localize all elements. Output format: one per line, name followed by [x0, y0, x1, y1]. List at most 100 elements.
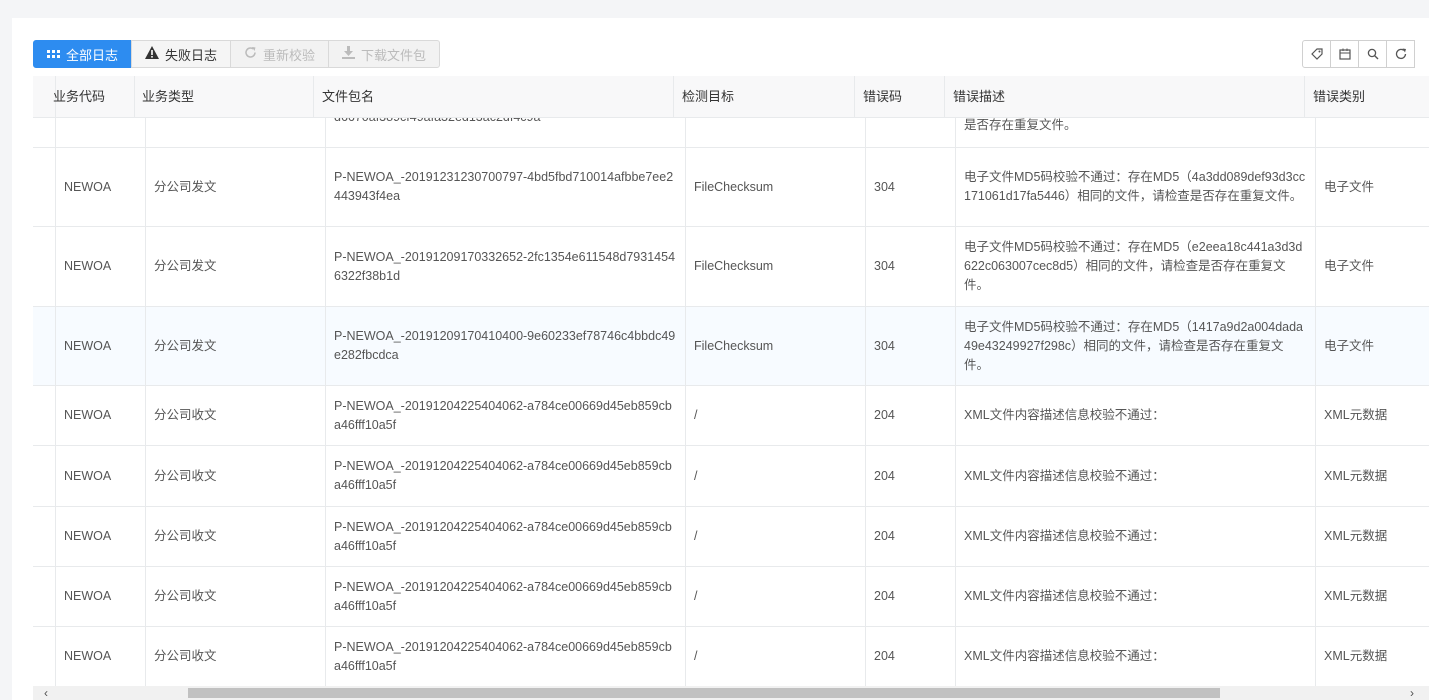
cell-check-target: / [686, 627, 866, 686]
cell-error-category: XML元数据 [1316, 446, 1429, 506]
row-spacer-cell [33, 307, 56, 385]
cell-business-code: NEWOA [56, 507, 146, 566]
table-tools [1302, 40, 1415, 68]
cell-business-code: NEWOA [56, 386, 146, 445]
table-row[interactable]: NEWOA 分公司收文 P-NEWOA_-20191204225404062-a78… [33, 507, 1429, 567]
cell-business-code: NEWOA [56, 567, 146, 626]
table-row-partial[interactable]: d6670af389cf49afa32ed13ac2df4c9a 是否存在重复文… [33, 118, 1429, 148]
all-logs-label: 全部日志 [66, 47, 119, 63]
cell-error-description: 电子文件MD5码校验不通过：存在MD5（4a3dd089def93d3cc171… [956, 148, 1316, 226]
download-package-label: 下载文件包 [361, 47, 427, 63]
cell-error-code: 204 [866, 446, 956, 506]
cell-error-category: 电子文件 [1316, 307, 1429, 385]
calendar-icon[interactable] [1330, 40, 1359, 68]
table-row[interactable]: NEWOA 分公司收文 P-NEWOA_-20191204225404062-a78… [33, 627, 1429, 686]
cell-check-target: FileChecksum [686, 148, 866, 226]
cell-business-code: NEWOA [56, 627, 146, 686]
grid-icon [47, 47, 60, 62]
cell-check-target: FileChecksum [686, 307, 866, 385]
download-icon [342, 46, 356, 62]
cell-business-type: 分公司发文 [146, 227, 326, 306]
cell-error-category: XML元数据 [1316, 627, 1429, 686]
scrollbar-thumb[interactable] [188, 688, 1220, 698]
cell-package-partial: d6670af389cf49afa32ed13ac2df4c9a [326, 118, 686, 147]
cell-error-category: 电子文件 [1316, 227, 1429, 306]
cell-error-code: 204 [866, 567, 956, 626]
cell-error-category: XML元数据 [1316, 507, 1429, 566]
search-icon[interactable] [1358, 40, 1387, 68]
all-logs-button[interactable]: 全部日志 [33, 40, 133, 68]
header-package-name[interactable]: 文件包名 [314, 76, 674, 118]
cell-package-name: P-NEWOA_-20191204225404062-a784ce00669d4… [326, 627, 686, 686]
cell-error-description: XML文件内容描述信息校验不通过： [956, 507, 1316, 566]
header-business-code[interactable]: 业务代码 [45, 76, 135, 118]
header-error-category[interactable]: 错误类别 [1305, 76, 1429, 118]
cell-business-code: NEWOA [56, 227, 146, 306]
cell-business-type: 分公司发文 [146, 148, 326, 226]
cell-check-target: FileChecksum [686, 227, 866, 306]
cell-check-target: / [686, 567, 866, 626]
download-package-button[interactable]: 下载文件包 [328, 40, 441, 68]
header-business-type[interactable]: 业务类型 [134, 76, 314, 118]
log-table: 业务代码 业务类型 文件包名 检测目标 错误码 错误描述 错误类别 d6670a… [33, 76, 1429, 686]
cell-error-description: 电子文件MD5码校验不通过：存在MD5（1417a9d2a004dada49e4… [956, 307, 1316, 385]
row-spacer-cell [33, 227, 56, 306]
recheck-button[interactable]: 重新校验 [230, 40, 330, 68]
cell-package-name: P-NEWOA_-20191204225404062-a784ce00669d4… [326, 386, 686, 445]
cell-error-code: 304 [866, 307, 956, 385]
cell-error-description: XML文件内容描述信息校验不通过： [956, 567, 1316, 626]
refresh-icon [244, 46, 257, 62]
cell-business-code: NEWOA [56, 446, 146, 506]
cell-error-code: 204 [866, 507, 956, 566]
refresh-icon[interactable] [1386, 40, 1415, 68]
cell-error-code: 304 [866, 227, 956, 306]
header-error-description[interactable]: 错误描述 [945, 76, 1305, 118]
cell-business-type: 分公司发文 [146, 307, 326, 385]
cell-error-description: XML文件内容描述信息校验不通过： [956, 446, 1316, 506]
cell-business-type: 分公司收文 [146, 386, 326, 445]
cell-business-code: NEWOA [56, 307, 146, 385]
scroll-left-icon[interactable]: ‹ [39, 686, 53, 700]
table-row[interactable]: NEWOA 分公司发文 P-NEWOA_-20191231230700797-4bd… [33, 148, 1429, 227]
cell-business-type: 分公司收文 [146, 446, 326, 506]
log-filter-toolbar: 全部日志 失败日志 重新校验 下载文件包 [33, 40, 441, 68]
row-spacer-cell [33, 507, 56, 566]
table-header: 业务代码 业务类型 文件包名 检测目标 错误码 错误描述 错误类别 [33, 76, 1429, 118]
cell-error-code: 304 [866, 148, 956, 226]
tag-icon[interactable] [1302, 40, 1331, 68]
cell-error-category: 电子文件 [1316, 148, 1429, 226]
row-spacer-cell [33, 148, 56, 226]
table-row[interactable]: NEWOA 分公司收文 P-NEWOA_-20191204225404062-a78… [33, 567, 1429, 627]
scroll-right-icon[interactable]: › [1405, 686, 1419, 700]
cell-error-category: XML元数据 [1316, 567, 1429, 626]
cell-check-target: / [686, 386, 866, 445]
failed-logs-button[interactable]: 失败日志 [131, 40, 232, 68]
table-row[interactable]: NEWOA 分公司发文 P-NEWOA_-20191209170332652-2fc… [33, 227, 1429, 307]
row-spacer-cell [33, 567, 56, 626]
cell-error-code: 204 [866, 627, 956, 686]
header-error-code[interactable]: 错误码 [855, 76, 945, 118]
cell-error-description: XML文件内容描述信息校验不通过： [956, 386, 1316, 445]
cell-check-target: / [686, 446, 866, 506]
row-spacer-cell [33, 627, 56, 686]
cell-package-name: P-NEWOA_-20191231230700797-4bd5fbd710014… [326, 148, 686, 226]
table-row[interactable]: NEWOA 分公司收文 P-NEWOA_-20191204225404062-a78… [33, 446, 1429, 507]
cell-package-name: P-NEWOA_-20191209170332652-2fc1354e61154… [326, 227, 686, 306]
recheck-label: 重新校验 [263, 47, 316, 63]
row-spacer-cell [33, 446, 56, 506]
cell-business-type: 分公司收文 [146, 567, 326, 626]
table-row[interactable]: NEWOA 分公司发文 P-NEWOA_-20191209170410400-9e6… [33, 307, 1429, 386]
cell-package-name: P-NEWOA_-20191209170410400-9e60233ef7874… [326, 307, 686, 385]
header-check-target[interactable]: 检测目标 [674, 76, 855, 118]
cell-business-type: 分公司收文 [146, 507, 326, 566]
cell-business-type: 分公司收文 [146, 627, 326, 686]
horizontal-scrollbar[interactable]: ‹ › [33, 686, 1429, 700]
cell-package-name: P-NEWOA_-20191204225404062-a784ce00669d4… [326, 446, 686, 506]
cell-error-category: XML元数据 [1316, 386, 1429, 445]
warning-icon [145, 46, 160, 62]
table-row[interactable]: NEWOA 分公司收文 P-NEWOA_-20191204225404062-a78… [33, 386, 1429, 446]
log-panel: 全部日志 失败日志 重新校验 下载文件包 业务代码 业务类型 文件包名 检测目标… [12, 18, 1429, 700]
cell-error-description: 电子文件MD5码校验不通过：存在MD5（e2eea18c441a3d3d622c… [956, 227, 1316, 306]
table-body: d6670af389cf49afa32ed13ac2df4c9a 是否存在重复文… [33, 118, 1429, 686]
cell-business-code: NEWOA [56, 148, 146, 226]
